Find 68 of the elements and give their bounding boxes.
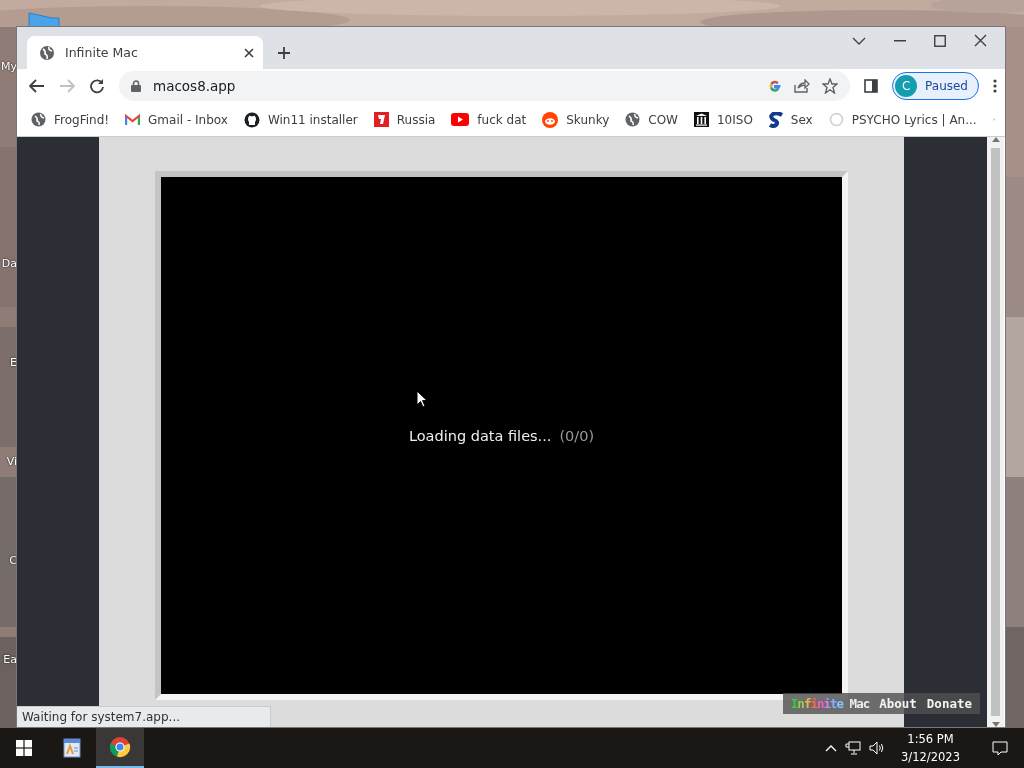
footer-link[interactable]: About <box>879 696 917 711</box>
clock-date: 3/12/2023 <box>901 749 960 766</box>
network-icon[interactable] <box>845 741 862 755</box>
profile-button[interactable]: C Paused <box>892 72 979 100</box>
square-logo-icon <box>373 112 389 127</box>
bookmark[interactable]: Skunky <box>542 111 610 128</box>
clock-time: 1:56 PM <box>906 731 955 748</box>
globe-icon <box>625 112 641 127</box>
volume-icon[interactable] <box>869 741 886 755</box>
chevron-up-icon[interactable] <box>825 744 838 752</box>
reload-icon[interactable] <box>89 78 105 94</box>
new-tab-icon[interactable] <box>277 46 291 60</box>
avatar: C <box>895 75 918 97</box>
play-icon <box>451 113 470 126</box>
back-arrow-icon[interactable] <box>29 79 45 93</box>
mail-icon <box>125 113 141 126</box>
share-icon[interactable] <box>794 79 811 93</box>
tab-title: Infinite Mac <box>65 45 139 60</box>
s-logo-icon <box>768 111 783 128</box>
ring-icon <box>828 112 844 127</box>
alien-icon <box>542 111 559 128</box>
address-text: macos8.app <box>153 78 237 94</box>
more-menu-icon[interactable] <box>993 79 997 93</box>
icon-label[interactable]: Da <box>1 257 17 270</box>
globe-icon <box>31 112 46 127</box>
globe-icon <box>39 44 55 61</box>
maximize-icon[interactable] <box>934 34 946 47</box>
bookmark[interactable]: Russia <box>373 112 436 127</box>
windows-logo-icon <box>16 740 32 756</box>
side-panel-icon[interactable] <box>864 79 879 93</box>
footer-link[interactable]: Donate <box>926 696 972 711</box>
scroll-up-icon[interactable] <box>991 137 1000 142</box>
browser-tab[interactable]: Infinite Mac <box>27 36 263 69</box>
close-icon[interactable] <box>243 46 255 59</box>
bookmark[interactable]: PSYCHO Lyrics | An... <box>828 112 977 127</box>
octocat-icon <box>243 111 260 128</box>
loading-message: Loading data files... <box>408 428 552 444</box>
site-logo[interactable]: Infinite Mac <box>790 696 870 711</box>
google-g-icon[interactable] <box>768 79 783 93</box>
columns-icon <box>693 112 709 127</box>
bookmark[interactable]: Gmail - Inbox <box>125 112 228 127</box>
bookmark[interactable]: Sex <box>768 111 813 128</box>
scroll-thumb[interactable] <box>991 148 1000 716</box>
lock-icon <box>131 80 141 92</box>
bookmark[interactable]: COW <box>625 112 678 127</box>
star-icon[interactable] <box>822 78 839 94</box>
bookmark[interactable]: 10ISO <box>693 112 753 127</box>
scrollbar[interactable] <box>987 137 1004 727</box>
clock[interactable]: 1:56 PM 3/12/2023 <box>893 730 968 766</box>
icon-label[interactable]: E <box>10 356 17 369</box>
taskbar-chrome-button[interactable] <box>96 728 144 768</box>
profile-status: Paused <box>925 79 968 93</box>
bookmark[interactable]: Win11 installer <box>243 111 358 128</box>
icon-label[interactable]: Ea <box>3 653 17 666</box>
icon-label[interactable]: C <box>9 554 17 567</box>
bookmark[interactable]: fuck dat <box>451 112 527 127</box>
bookmark[interactable]: FrogFind! <box>31 112 110 127</box>
chevron-down-icon[interactable] <box>852 36 866 45</box>
address-bar[interactable]: macos8.app <box>119 71 851 101</box>
status-bar: Waiting for system7.app... <box>17 706 272 727</box>
close-icon[interactable] <box>974 34 987 47</box>
document-app-icon[interactable] <box>63 738 81 758</box>
icon-label[interactable]: Vi <box>6 455 17 468</box>
icon-label[interactable]: My <box>1 60 17 73</box>
minimize-icon[interactable] <box>894 39 906 42</box>
pointer-icon <box>416 390 428 408</box>
notification-icon[interactable] <box>992 740 1008 756</box>
chrome-icon <box>109 736 131 758</box>
